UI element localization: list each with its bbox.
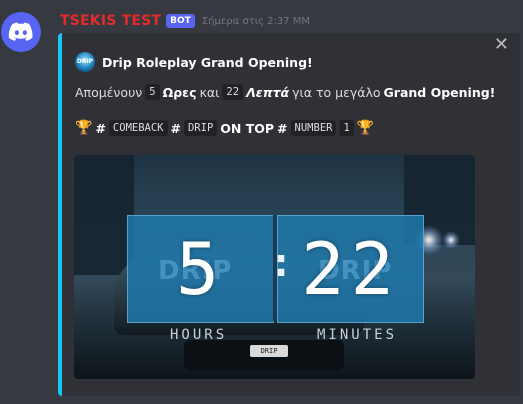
hash-3: #: [277, 120, 288, 136]
timestamp[interactable]: Σήμερα στις 2:37 ΜΜ: [202, 16, 310, 27]
hours-panel: DRIP 5: [127, 215, 274, 323]
hours-label: HOURS: [170, 327, 228, 343]
background-light: [442, 231, 460, 249]
on-top-text: ON TOP: [220, 120, 275, 136]
tag-number: NUMBER: [290, 120, 337, 136]
author-icon: DRIP: [75, 52, 95, 72]
tag-comeback: COMEBACK: [108, 120, 168, 136]
embed: ✕ DRIP Drip Roleplay Grand Opening! Απομ…: [58, 33, 520, 396]
username[interactable]: TSEKIS TEST: [60, 13, 161, 29]
tag-drip: DRIP: [183, 120, 218, 136]
text-prefix: Απομένουν: [75, 84, 143, 100]
license-plate: DRIP: [250, 345, 288, 357]
bot-tag: BOT: [166, 14, 195, 28]
text-suffix: Grand Opening!: [383, 84, 496, 100]
hours-word: Ωρες: [162, 84, 197, 100]
close-icon[interactable]: ✕: [494, 36, 509, 54]
embed-image[interactable]: DRIP DRIP 5 DRIP 22 : HOURS MINUTES: [74, 155, 475, 379]
description-line-1: Απομένουν 5 Ωρες και 22 Λεπτά για το μεγ…: [75, 84, 495, 100]
text-and: και: [199, 84, 220, 100]
hash-1: #: [95, 120, 106, 136]
hours-value: 5: [145, 84, 160, 100]
bot-avatar[interactable]: [1, 12, 41, 52]
discord-logo-icon: [8, 22, 33, 41]
number-one: 1: [339, 120, 354, 136]
minutes-panel: DRIP 22: [277, 215, 424, 323]
trophy-icon-end: 🏆: [356, 120, 375, 136]
hours-digits: 5: [175, 227, 226, 311]
text-middle: για το μεγάλο: [292, 84, 381, 100]
author-name: Drip Roleplay Grand Opening!: [102, 54, 313, 70]
colon: :: [269, 243, 293, 283]
minutes-word: Λεπτά: [246, 84, 290, 100]
trophy-icon: 🏆: [75, 120, 93, 136]
hash-2: #: [170, 120, 181, 136]
embed-accent-bar: [58, 33, 62, 396]
message-header: TSEKIS TEST BOT Σήμερα στις 2:37 ΜΜ: [60, 11, 310, 31]
embed-author: DRIP Drip Roleplay Grand Opening!: [75, 52, 313, 72]
minutes-digits: 22: [301, 227, 400, 311]
minutes-label: MINUTES: [317, 327, 398, 343]
background-building: [74, 155, 134, 275]
description-line-2: 🏆 # COMEBACK # DRIP ON TOP # NUMBER 1 🏆: [75, 120, 374, 136]
minutes-value: 22: [222, 84, 244, 100]
